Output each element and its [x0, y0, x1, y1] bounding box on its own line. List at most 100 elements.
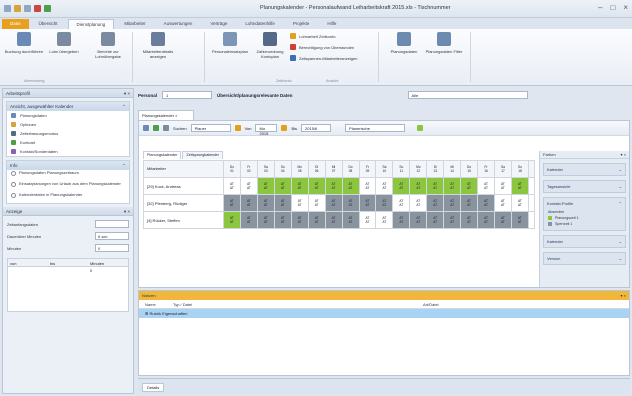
pin-icon[interactable]: ▾ × — [124, 91, 130, 96]
schedule-cell[interactable]: AT AT — [477, 194, 495, 212]
table-row[interactable]: [4] Rücker, Steffen AT AT AT AT AT AT AT AT AT AT A… — [143, 211, 535, 229]
schedule-cell[interactable]: AT AT — [223, 211, 241, 229]
schedule-cell[interactable]: AT AT — [375, 211, 394, 229]
radio-icon[interactable] — [11, 193, 16, 198]
schedule-cell[interactable]: AT AT — [443, 177, 462, 195]
tab-projekte[interactable]: Projekte — [285, 19, 318, 29]
calendar-icon[interactable] — [143, 125, 149, 131]
schedule-cell[interactable]: AT AT — [409, 211, 428, 229]
schedule-cell[interactable]: AT AT — [510, 177, 530, 195]
schedule-cell[interactable]: AT AT — [392, 177, 411, 195]
schedule-cell[interactable]: AT AT — [273, 194, 292, 212]
schedule-cell[interactable]: AT AT — [256, 177, 275, 195]
radio-icon[interactable] — [11, 171, 16, 176]
tab-mitarbeiter[interactable]: Mitarbeiter — [116, 19, 153, 29]
mini-table-row[interactable]: 0 — [8, 267, 128, 275]
schedule-cell[interactable]: AT AT — [426, 211, 445, 229]
schedule-cell[interactable]: AT AT — [460, 194, 479, 212]
tab-datei[interactable]: Datei — [2, 19, 29, 29]
schedule-cell[interactable]: AT AT — [375, 194, 394, 212]
sidebar-item-planungsdaten[interactable]: Planungsdaten — [7, 111, 129, 120]
radio-option[interactable]: Kalenderdaten in Planungskalender — [7, 192, 129, 203]
berichte-zur-lohn-bergabe-button[interactable]: Berichte zur Lohnübergabe — [88, 32, 128, 59]
schedule-cell[interactable]: AT AT — [426, 194, 445, 212]
overview-dropdown[interactable]: Alle — [407, 91, 528, 99]
sidebar-item-zeiterfassungsmodus[interactable]: Zeiterfassungsmodus — [7, 129, 129, 138]
schedule-cell[interactable]: AT AT — [443, 194, 462, 212]
schedule-cell[interactable]: AT AT — [341, 194, 360, 212]
schedule-cell[interactable]: AT AT — [477, 177, 495, 195]
info-section-header[interactable]: Info ⌃ — [7, 161, 129, 170]
chevron-down-icon[interactable]: ⌄ — [619, 239, 622, 244]
sidebar-item-kontakt-sonderdaten[interactable]: Kontakt/Sonderdaten — [7, 147, 129, 156]
schedule-cell[interactable]: AT AT — [324, 177, 343, 195]
schedule-cell[interactable]: AT AT — [341, 177, 360, 195]
minuten-input[interactable]: 0 — [95, 244, 129, 252]
from-field[interactable]: Mo 2015 — [255, 124, 278, 136]
pin-icon[interactable]: ▾ × — [124, 209, 130, 214]
zahlenordnung-kontoplan-button[interactable]: Zahlenordnung Kontoplan — [250, 32, 290, 59]
schedule-cell[interactable]: AT AT — [358, 177, 377, 195]
schedule-cell[interactable]: AT AT — [324, 194, 343, 212]
schedule-cell[interactable]: AT AT — [324, 211, 343, 229]
color-section-header[interactable]: Tagesansicht ⌄ — [544, 181, 625, 192]
schedule-cell[interactable]: AT AT — [494, 211, 512, 229]
schedule-cell[interactable]: AT AT — [375, 177, 394, 195]
subtab-planungskalender[interactable]: Planungskalender — [143, 151, 182, 159]
lohnarbeit-zeitkonto-button[interactable]: Lohnarbeit Zeitkonto — [290, 33, 335, 39]
sidebar-item-optionen[interactable]: Optionen — [7, 120, 129, 129]
to-field[interactable]: 2015/6 — [301, 124, 332, 132]
close-icon[interactable]: ▾ × — [621, 293, 626, 298]
employee-name[interactable]: [4] Rücker, Steffen — [143, 211, 224, 229]
schedule-cell[interactable]: AT AT — [409, 177, 428, 195]
minimize-icon[interactable]: – — [598, 3, 602, 12]
schedule-cell[interactable]: AT AT — [290, 211, 309, 229]
employee-name[interactable]: [32] Pfenberg, Rüdiger — [143, 194, 224, 212]
folder-icon[interactable] — [14, 5, 21, 12]
schedule-cell[interactable]: AT AT — [426, 177, 445, 195]
zeitspannen-mitarbeiteranzeigen-button[interactable]: Zeitspannen-Mitarbeiteranzeigen — [290, 55, 357, 61]
planungsdaten-filter-button[interactable]: Planungsdaten Filter — [424, 32, 464, 54]
schedule-cell[interactable]: AT AT — [392, 211, 411, 229]
schedule-cell[interactable]: AT AT — [392, 194, 411, 212]
schedule-cell[interactable]: AT AT — [358, 194, 377, 212]
notes-row[interactable]: ⊞ Rubrik Eigenschaften — [139, 309, 629, 318]
close-icon[interactable]: × — [623, 3, 628, 12]
mitarbeiterdetails-anzeigen-button[interactable]: Mitarbeiterdetails anzeigen — [138, 32, 178, 59]
tab-hilfe[interactable]: Hilfe — [319, 19, 344, 29]
buchung-durchf-hren-button[interactable]: Buchung durchführen — [4, 32, 44, 54]
tab-vertr-ge[interactable]: Verträge — [202, 19, 235, 29]
tab-planungskalender[interactable]: Planungskalender × — [138, 110, 194, 120]
zeitanfangsdaten-input[interactable] — [95, 220, 129, 228]
color-section-header[interactable]: Kontakt-Profile ⌃ — [544, 198, 625, 209]
radio-option[interactable]: Planungsdaten Planungszeitraum — [7, 170, 129, 181]
schedule-cell[interactable]: AT AT — [510, 194, 530, 212]
dauer-ber-minuten-input[interactable]: 6 sec — [95, 232, 129, 240]
schedule-cell[interactable]: AT AT — [256, 194, 275, 212]
apply-icon[interactable] — [417, 125, 424, 131]
chevron-down-icon[interactable]: ⌄ — [619, 184, 622, 189]
subtab-zeitsprungkalender[interactable]: Zeitsprungkalender — [182, 151, 223, 159]
sidebar-item-kontoart[interactable]: Kontoart — [7, 138, 129, 147]
tab-bersicht[interactable]: Übersicht — [31, 19, 66, 29]
color-section-header[interactable]: Kalender ⌄ — [544, 236, 625, 247]
delete-icon[interactable] — [34, 5, 41, 12]
chevron-down-icon[interactable]: ⌄ — [619, 167, 622, 172]
undo-icon[interactable] — [24, 5, 31, 12]
schedule-cell[interactable]: AT AT — [443, 211, 462, 229]
schedule-cell[interactable]: AT AT — [460, 177, 479, 195]
schedule-cell[interactable]: AT AT — [290, 194, 309, 212]
save-icon[interactable] — [4, 5, 11, 12]
details-button[interactable]: Details — [142, 383, 165, 392]
collapse-icon[interactable]: ⌃ — [122, 163, 126, 168]
schedule-cell[interactable]: AT AT — [307, 177, 326, 195]
radio-icon[interactable] — [11, 182, 16, 187]
schedule-cell[interactable]: AT AT — [307, 194, 326, 212]
color-section-header[interactable]: Kalender ⌄ — [544, 164, 625, 175]
table-row[interactable]: [32] Pfenberg, Rüdiger AT AT AT AT AT AT AT AT AT… — [143, 194, 535, 212]
tab-lohndatenhilfe[interactable]: Lohndatenhilfe — [237, 19, 283, 29]
chevron-up-icon[interactable]: ⌃ — [619, 201, 622, 206]
refresh-icon[interactable] — [44, 5, 51, 12]
schedule-cell[interactable]: AT AT — [460, 211, 479, 229]
schedule-cell[interactable]: AT AT — [290, 177, 309, 195]
